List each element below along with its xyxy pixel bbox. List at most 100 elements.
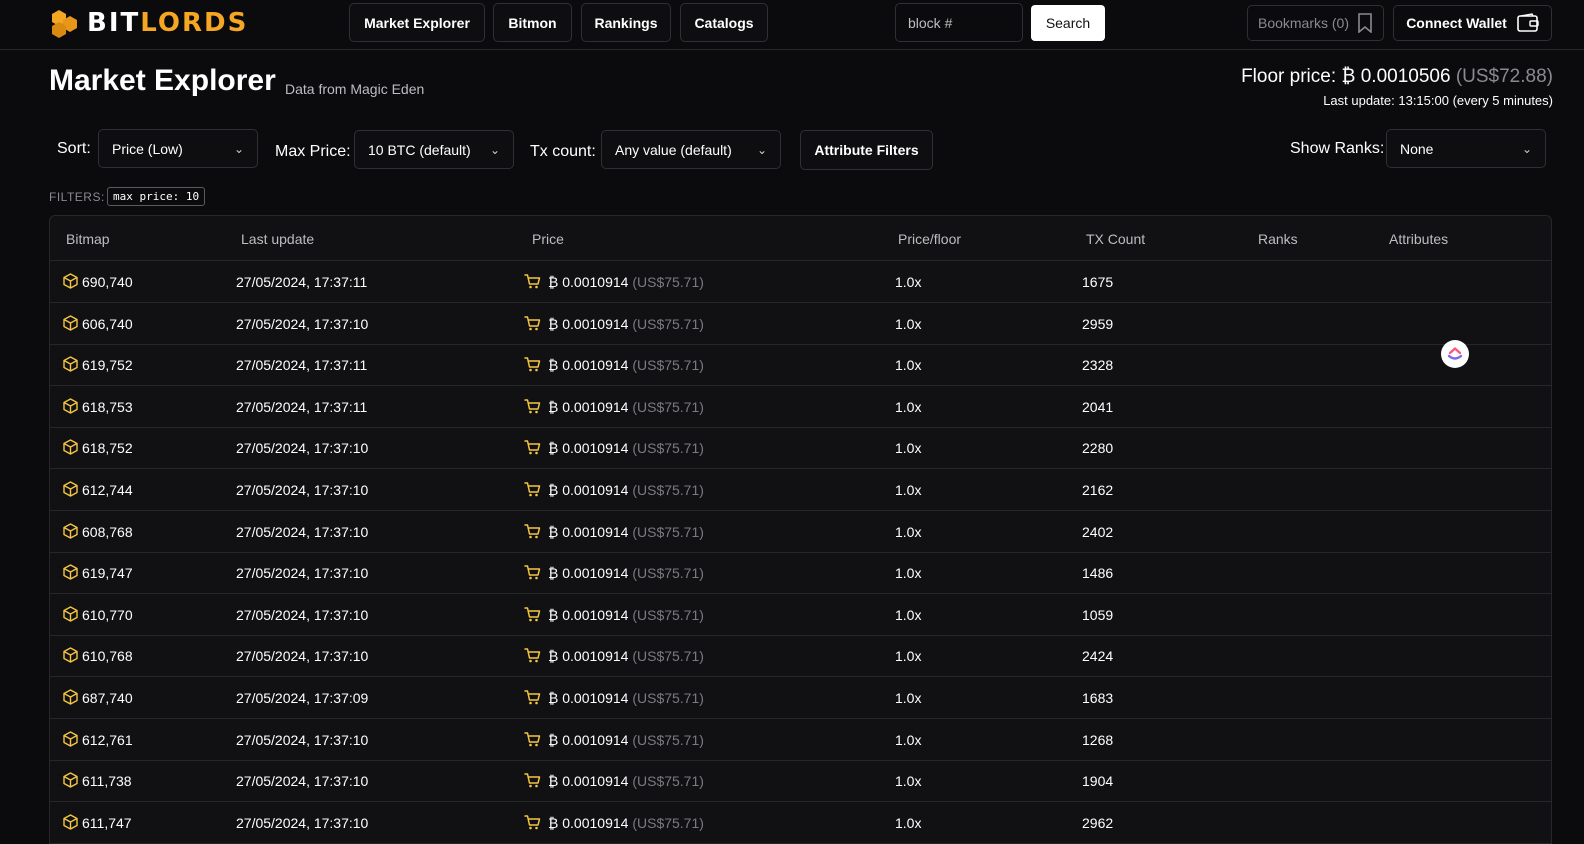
price-usd: (US$75.71) (632, 565, 704, 582)
price-cell: ₿ 0.0010914 (US$75.71) (548, 648, 704, 664)
price-floor-cell: 1.0x (895, 315, 922, 332)
last-update-cell: 27/05/2024, 17:37:10 (236, 606, 369, 623)
attribute-filters-button[interactable]: Attribute Filters (800, 130, 933, 170)
tx-count-cell: 2280 (1082, 440, 1114, 457)
price-btc: ₿ 0.0010914 (548, 648, 629, 665)
price-usd: (US$75.71) (632, 814, 704, 831)
price-btc: ₿ 0.0010914 (548, 731, 629, 748)
cube-icon (63, 273, 78, 289)
cart-icon[interactable] (524, 273, 541, 289)
last-update-cell: 27/05/2024, 17:37:11 (236, 398, 368, 415)
last-update-cell: 27/05/2024, 17:37:10 (236, 648, 369, 665)
table-row[interactable]: 687,740 27/05/2024, 17:37:09 ₿ 0.0010914 (… (50, 677, 1551, 719)
column-header-price[interactable]: Price (532, 231, 564, 247)
bitmap-id[interactable]: 608,768 (82, 524, 133, 540)
bitmap-id[interactable]: 610,770 (82, 607, 133, 623)
cart-icon[interactable] (524, 731, 541, 747)
cart-icon[interactable] (524, 564, 541, 580)
bitmap-id[interactable]: 618,752 (82, 440, 133, 456)
show-ranks-select[interactable]: None ⌄ (1386, 129, 1546, 168)
price-btc: ₿ 0.0010914 (548, 523, 629, 540)
bitmap-id[interactable]: 618,753 (82, 399, 133, 415)
cart-icon[interactable] (524, 647, 541, 663)
bitmap-id[interactable]: 619,747 (82, 565, 133, 581)
column-header-price-floor[interactable]: Price/floor (898, 231, 961, 247)
bitmap-id[interactable]: 610,768 (82, 648, 133, 664)
block-search-input[interactable] (895, 3, 1023, 42)
table-row[interactable]: 608,768 27/05/2024, 17:37:10 ₿ 0.0010914 (… (50, 511, 1551, 553)
price-usd: (US$75.71) (632, 606, 704, 623)
tx-count-cell: 2402 (1082, 523, 1114, 540)
tx-count-label: Tx count: (530, 143, 596, 160)
bitmap-id[interactable]: 687,740 (82, 690, 133, 706)
table-row[interactable]: 612,744 27/05/2024, 17:37:10 ₿ 0.0010914 (… (50, 469, 1551, 511)
price-usd: (US$75.71) (632, 315, 704, 332)
table-row[interactable]: 611,738 27/05/2024, 17:37:10 ₿ 0.0010914 (… (50, 760, 1551, 803)
sort-select[interactable]: Price (Low) ⌄ (98, 129, 258, 168)
table-row[interactable]: 619,747 27/05/2024, 17:37:10 ₿ 0.0010914 (… (50, 552, 1551, 595)
last-update-cell: 27/05/2024, 17:37:10 (236, 482, 369, 498)
filter-chip-max-price[interactable]: max price: 10 (107, 187, 206, 206)
clickup-widget-icon[interactable] (1441, 340, 1469, 368)
table-row[interactable]: 612,761 27/05/2024, 17:37:10 ₿ 0.0010914 (… (50, 719, 1551, 761)
cube-icon (63, 647, 78, 664)
bookmark-icon (1358, 13, 1372, 33)
last-update-cell: 27/05/2024, 17:37:10 (236, 440, 369, 457)
max-price-select[interactable]: 10 BTC (default) ⌄ (354, 130, 514, 169)
price-cell: ₿ 0.0010914 (US$75.71) (548, 482, 704, 498)
top-navbar: BITLORDS Market Explorer Bitmon Rankings… (0, 0, 1584, 50)
chevron-down-icon: ⌄ (489, 142, 500, 157)
bitmap-id[interactable]: 611,738 (82, 773, 132, 789)
column-header-last-update[interactable]: Last update (241, 231, 314, 247)
table-row[interactable]: 618,752 27/05/2024, 17:37:10 ₿ 0.0010914 (… (50, 427, 1551, 470)
search-button[interactable]: Search (1031, 5, 1105, 41)
bitlords-logo[interactable]: BITLORDS (49, 8, 248, 38)
bitmap-id[interactable]: 606,740 (82, 316, 133, 332)
table-row[interactable]: 610,768 27/05/2024, 17:37:10 ₿ 0.0010914 (… (50, 635, 1551, 678)
connect-wallet-button[interactable]: Connect Wallet (1393, 5, 1552, 41)
show-ranks-label: Show Ranks: (1290, 140, 1385, 157)
nav-rankings[interactable]: Rankings (581, 3, 671, 42)
price-floor-cell: 1.0x (895, 606, 922, 623)
cube-icon (63, 814, 78, 830)
price-btc: ₿ 0.0010914 (548, 482, 629, 498)
cube-icon (63, 522, 78, 539)
bookmarks-button[interactable]: Bookmarks (0) (1247, 5, 1384, 41)
table-row[interactable]: 606,740 27/05/2024, 17:37:10 ₿ 0.0010914 (… (50, 303, 1551, 345)
max-price-value: 10 BTC (default) (368, 141, 471, 158)
table-row[interactable]: 610,770 27/05/2024, 17:37:10 ₿ 0.0010914 (… (50, 594, 1551, 636)
floor-price-usd: (US$72.88) (1455, 66, 1553, 87)
table-row[interactable]: 611,747 27/05/2024, 17:37:10 ₿ 0.0010914 (… (50, 802, 1551, 844)
nav-market-explorer[interactable]: Market Explorer (349, 3, 485, 42)
cart-icon[interactable] (524, 523, 541, 539)
cart-icon[interactable] (524, 689, 541, 705)
cart-icon[interactable] (524, 356, 541, 372)
nav-catalogs[interactable]: Catalogs (680, 3, 768, 42)
column-header-attributes[interactable]: Attributes (1389, 231, 1448, 247)
cart-icon[interactable] (524, 398, 541, 414)
cart-icon[interactable] (524, 606, 541, 622)
bitmap-id[interactable]: 612,761 (82, 732, 133, 748)
table-row[interactable]: 619,752 27/05/2024, 17:37:11 ₿ 0.0010914 (… (50, 344, 1551, 387)
column-header-ranks[interactable]: Ranks (1258, 231, 1298, 247)
price-cell: ₿ 0.0010914 (US$75.71) (548, 316, 704, 332)
table-row[interactable]: 690,740 27/05/2024, 17:37:11 ₿ 0.0010914 (… (50, 261, 1551, 303)
price-btc: ₿ 0.0010914 (548, 357, 629, 374)
price-cell: ₿ 0.0010914 (US$75.71) (548, 357, 704, 373)
max-price-label: Max Price: (275, 143, 351, 160)
cart-icon[interactable] (524, 439, 541, 455)
table-row[interactable]: 618,753 27/05/2024, 17:37:11 ₿ 0.0010914 (… (50, 386, 1551, 428)
cart-icon[interactable] (524, 772, 541, 788)
cart-icon[interactable] (524, 814, 541, 830)
bitmap-id[interactable]: 619,752 (82, 357, 133, 373)
cart-icon[interactable] (524, 315, 541, 331)
bitmap-id[interactable]: 612,744 (82, 482, 133, 498)
bitmap-id[interactable]: 611,747 (82, 815, 132, 831)
nav-bitmon[interactable]: Bitmon (493, 3, 572, 42)
cart-icon[interactable] (524, 481, 541, 497)
column-header-bitmap[interactable]: Bitmap (66, 231, 110, 247)
cube-icon (63, 730, 78, 747)
tx-count-select[interactable]: Any value (default) ⌄ (601, 130, 781, 169)
column-header-tx-count[interactable]: TX Count (1086, 231, 1145, 247)
bitmap-id[interactable]: 690,740 (82, 274, 133, 290)
